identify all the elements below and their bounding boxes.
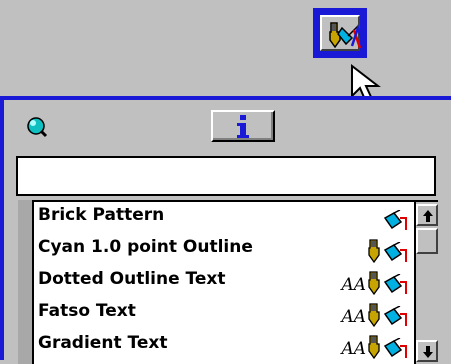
info-icon (237, 115, 249, 138)
list-item[interactable]: Dotted Outline Text AA (34, 266, 414, 298)
pen-icon (368, 303, 380, 328)
arrow-up-icon (423, 210, 433, 222)
list-item[interactable]: Brick Pattern (34, 202, 414, 234)
style-list-container: Brick Pattern Cyan 1.0 point Outline Dot… (18, 200, 438, 364)
fill-icon (383, 210, 407, 230)
pen-icon (368, 239, 380, 264)
scroll-down-button[interactable] (416, 340, 438, 362)
fill-icon (383, 306, 407, 326)
scroll-up-button[interactable] (416, 204, 438, 226)
style-label: Cyan 1.0 point Outline (38, 237, 253, 257)
style-name-field[interactable] (16, 156, 436, 196)
list-item[interactable]: Gradient Text AA (34, 330, 414, 362)
list-left-edge (18, 200, 34, 364)
scroll-thumb[interactable] (416, 228, 438, 254)
style-palette: Brick Pattern Cyan 1.0 point Outline Dot… (0, 96, 451, 364)
style-label: Fatso Text (38, 301, 136, 321)
style-list[interactable]: Brick Pattern Cyan 1.0 point Outline Dot… (34, 200, 414, 364)
palette-header (4, 100, 451, 146)
fill-icon (383, 274, 407, 294)
text-aa-icon: AA (341, 339, 366, 359)
text-aa-icon: AA (341, 275, 366, 295)
style-label: Gradient Text (38, 333, 168, 353)
info-button[interactable] (211, 110, 275, 142)
style-label: Dotted Outline Text (38, 269, 226, 289)
pen-icon (368, 335, 380, 360)
list-item[interactable]: Fatso Text AA (34, 298, 414, 330)
pen-icon (368, 271, 380, 296)
fill-icon (383, 242, 407, 262)
text-aa-icon: AA (341, 307, 366, 327)
list-scrollbar[interactable] (414, 200, 438, 364)
arrow-down-icon (423, 346, 433, 358)
fill-icon (383, 338, 407, 358)
globe-icon[interactable] (26, 116, 48, 138)
list-item[interactable]: Cyan 1.0 point Outline (34, 234, 414, 266)
style-label: Brick Pattern (38, 205, 165, 225)
fill-outline-icon (329, 22, 366, 49)
fill-outline-toolbar-button[interactable] (313, 8, 367, 58)
